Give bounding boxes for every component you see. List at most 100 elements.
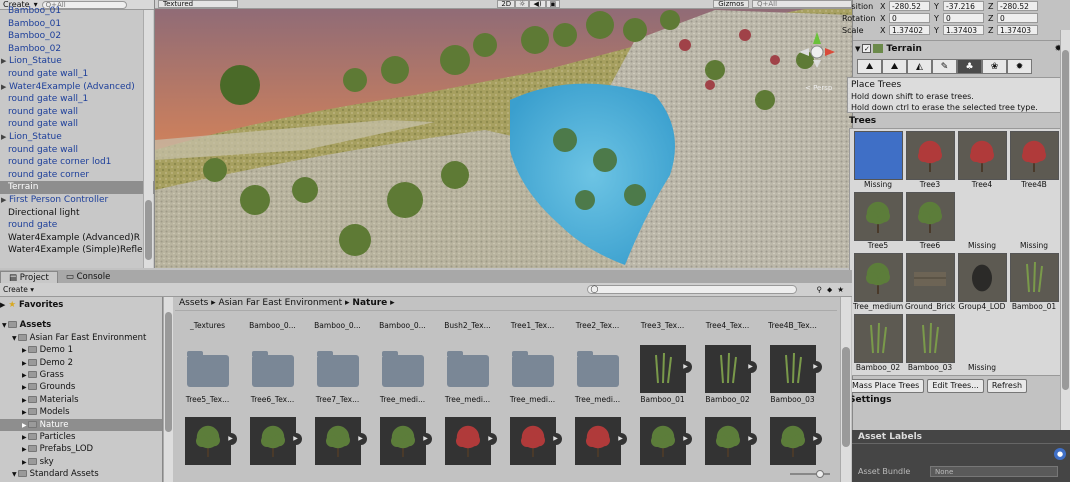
terrain-component-header[interactable]: ▼ ✓ Terrain ✹ [853,40,1070,56]
paint-details-tool-icon[interactable]: ❀ [982,59,1007,74]
folder-tree-item[interactable]: ▶ Particles [0,431,162,443]
breadcrumb-item[interactable]: Asian Far East Environment [219,298,343,308]
foldout-arrow-icon[interactable]: ▶ [0,301,5,309]
expand-play-icon[interactable]: ▶ [679,433,692,445]
tree-prototype-item[interactable]: Tree4 [957,131,1007,191]
asset-item[interactable]: Tree6_Tex... [240,345,305,404]
folder-tree-item[interactable]: ▶ sky [0,456,162,468]
tree-prototype-item[interactable]: Tree3 [905,131,955,191]
asset-item[interactable]: ▶ [240,417,305,465]
foldout-arrow-icon[interactable]: ▶ [22,409,27,416]
hierarchy-item[interactable]: round gate corner [0,169,154,182]
hierarchy-item[interactable]: round gate wall [0,118,154,131]
hierarchy-item[interactable]: ▶ Lion_Statue [0,131,154,144]
expand-play-icon[interactable]: ▶ [809,433,822,445]
edit-trees-button[interactable]: Edit Trees... [927,379,984,393]
hierarchy-item[interactable]: ▶ First Person Controller [0,194,154,207]
asset-item[interactable]: Tree5_Tex... [175,345,240,404]
tree-prototype-item[interactable]: Missing [957,314,1007,374]
expand-play-icon[interactable]: ▶ [289,433,302,445]
hierarchy-item[interactable]: Water4Example (Simple)Refle [0,244,154,257]
hierarchy-item[interactable]: round gate wall_1 [0,68,154,81]
tree-prototype-item[interactable]: Missing [853,131,903,191]
foldout-arrow-icon[interactable]: ▶ [1,81,9,94]
filter-label-icon[interactable]: ⬥ [827,285,832,295]
hierarchy-item[interactable]: Bamboo_02 [0,43,154,56]
label-tag-icon[interactable]: ● [1054,448,1066,460]
foldout-arrow-icon[interactable]: ▶ [1,131,9,144]
tree-prototype-item[interactable]: Tree4B [1009,131,1059,191]
hierarchy-item[interactable]: round gate wall [0,106,154,119]
expand-play-icon[interactable]: ▶ [614,433,627,445]
asset-grid-scrollbar[interactable] [840,297,851,482]
mode-2d-toggle[interactable]: 2D [497,0,516,8]
hierarchy-scrollbar[interactable] [143,10,153,268]
expand-play-icon[interactable]: ▶ [484,433,497,445]
foldout-arrow-icon[interactable]: ▼ [12,335,17,342]
asset-item[interactable]: ▶ [500,417,565,465]
foldout-arrow-icon[interactable]: ▶ [22,360,27,367]
asset-item[interactable]: Tree4B_Tex... [760,311,825,330]
scrollbar-thumb[interactable] [842,347,850,447]
expand-play-icon[interactable]: ▶ [549,433,562,445]
rotation-z-field[interactable]: 0 [997,13,1038,23]
asset-item[interactable]: Bamboo_0... [240,311,305,330]
hierarchy-item[interactable]: Bamboo_02 [0,30,154,43]
tree-prototype-item[interactable]: Bamboo_01 [1009,253,1059,313]
folder-tree-item[interactable]: ▼ Assets [0,319,162,331]
favorite-star-icon[interactable]: ★ [837,285,844,294]
project-create-dropdown[interactable]: Create ▾ [3,285,34,294]
folder-tree-item[interactable]: ▶ Nature [0,418,162,431]
tree-prototype-item[interactable]: Missing [1009,192,1059,252]
asset-item[interactable]: Tree_medi... [370,345,435,404]
tab-console[interactable]: ▭ Console [58,271,118,283]
hierarchy-item[interactable]: ▶ Water4Example (Advanced) [0,81,154,94]
refresh-button[interactable]: Refresh [986,379,1028,393]
expand-play-icon[interactable]: ▶ [354,433,367,445]
mass-place-trees-button[interactable]: Mass Place Trees [847,379,925,393]
breadcrumb-item[interactable]: Assets [179,298,208,308]
position-x-field[interactable]: -280.52 [889,1,930,11]
foldout-arrow-icon[interactable]: ▶ [22,459,27,466]
rotation-x-field[interactable]: 0 [889,13,930,23]
tree-prototype-item[interactable]: Tree5 [853,192,903,252]
hierarchy-item[interactable]: Directional light [0,207,154,220]
asset-item[interactable]: ▶ [565,417,630,465]
asset-item[interactable]: _Textures [175,311,240,330]
scale-x-field[interactable]: 1.37402 [889,25,930,35]
foldout-arrow-icon[interactable]: ▶ [22,372,27,379]
asset-item[interactable]: Tree_medi... [435,345,500,404]
asset-item[interactable]: ▶ [760,417,825,465]
folder-tree-item[interactable]: ▶ Demo 1 [0,344,162,356]
folder-tree-item[interactable]: ▶ Models [0,406,162,418]
component-enabled-checkbox[interactable]: ✓ [862,44,872,53]
asset-item[interactable]: Tree7_Tex... [305,345,370,404]
lighting-toggle-icon[interactable]: ☼ [515,0,530,8]
foldout-arrow-icon[interactable]: ▼ [855,45,860,53]
expand-play-icon[interactable]: ▶ [224,433,237,445]
paint-texture-tool-icon[interactable]: ✎ [932,59,957,74]
asset-item[interactable]: ▶ [630,417,695,465]
expand-play-icon[interactable]: ▶ [419,433,432,445]
asset-item[interactable]: Tree3_Tex... [630,311,695,330]
tree-prototype-item[interactable]: Bamboo_03 [905,314,955,374]
expand-play-icon[interactable]: ▶ [809,361,822,373]
asset-item[interactable]: Tree1_Tex... [500,311,565,330]
scrollbar-thumb[interactable] [1062,50,1069,390]
tree-prototype-item[interactable]: Tree6 [905,192,955,252]
foldout-arrow-icon[interactable]: ▶ [22,384,27,391]
tree-prototype-item[interactable]: Ground_Bricks [905,253,955,313]
folder-tree-item[interactable]: ▶ Materials [0,394,162,406]
asset-item[interactable]: ▶ Bamboo_02 [695,345,760,404]
asset-item[interactable]: Tree4_Tex... [695,311,760,330]
hierarchy-item[interactable]: Terrain [0,181,154,194]
scene-view[interactable]: Textured 2D ☼ ◀) ▣ Gizmos Q+All < Persp [155,0,852,268]
expand-play-icon[interactable]: ▶ [744,361,757,373]
rotation-y-field[interactable]: 0 [943,13,984,23]
asset-item[interactable]: ▶ [370,417,435,465]
breadcrumb-item[interactable]: Nature [352,298,387,308]
folder-tree-item[interactable]: ▶ Demo 2 [0,357,162,369]
inspector-scrollbar[interactable] [1060,30,1070,430]
scene-orientation-gizmo[interactable] [797,30,837,70]
folder-tree-item[interactable]: ▼ Asian Far East Environment [0,332,162,344]
